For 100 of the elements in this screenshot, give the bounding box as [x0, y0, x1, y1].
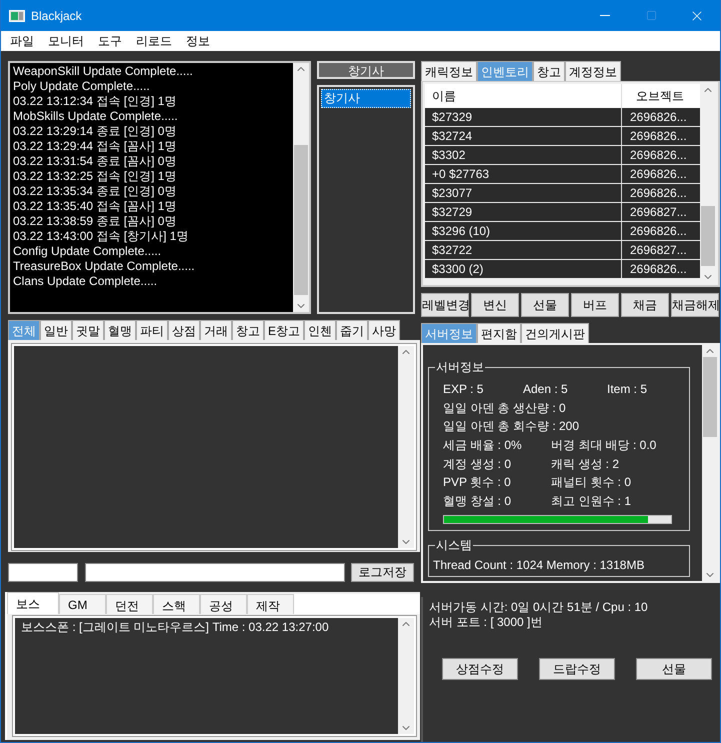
stat-text: PVP 횟수 : 0 [443, 474, 512, 492]
stat-text: 캐릭 생성 : 2 [551, 456, 620, 473]
action-button[interactable]: 선물 [521, 293, 569, 317]
stat-text: 세금 배율 : 0% [443, 436, 523, 454]
scrollbar-thumb[interactable] [294, 145, 308, 295]
stat-text: EXP : 5 [443, 382, 484, 396]
chat-tab[interactable]: 파티 [136, 320, 168, 340]
table-cell: $23077 [425, 184, 622, 202]
character-tab[interactable]: 캐릭정보 [421, 61, 477, 81]
scrollbar[interactable] [293, 63, 309, 312]
stat-text: Aden : 5 [523, 382, 569, 396]
scrollbar[interactable] [398, 346, 414, 548]
bottom-tab[interactable]: 던전 [106, 594, 153, 614]
tool-button[interactable]: 선물 [636, 658, 712, 680]
log-line: 03.22 13:29:44 접속 [꼼사] 1명 [13, 139, 178, 154]
table-cell-text: 2696826... [629, 148, 688, 162]
chat-tab[interactable]: 일반 [40, 320, 72, 340]
action-button[interactable]: 버프 [571, 293, 619, 317]
chat-tab[interactable]: 창고 [232, 320, 264, 340]
table-cell-text: 2696826... [629, 224, 688, 238]
window-title: Blackjack [31, 8, 83, 22]
log-line: 03.22 13:43:00 접속 [창기사] 1명 [13, 229, 190, 244]
chat-tab[interactable]: 인첸 [304, 320, 336, 340]
message-input-field[interactable] [85, 563, 345, 582]
log-line: 03.22 13:29:14 종료 [인경] 0명 [13, 124, 178, 139]
status-text: 서버 포트 : [ 3000 ]번 [429, 615, 544, 630]
status-text: 서버가동 시간: 0일 0시간 51분 / Cpu : 10 [429, 600, 649, 615]
table-cell-text: 2696827... [629, 243, 688, 257]
table-cell: $32722 [425, 241, 622, 259]
action-button[interactable]: 채금해제 [671, 293, 719, 317]
table-cell: $3300 (2) [425, 260, 622, 278]
log-line: TreasureBox Update Complete..... [13, 259, 196, 274]
stat-text: 일일 아덴 총 회수량 : 200 [443, 418, 580, 436]
bottom-tab[interactable]: GM [59, 594, 106, 614]
log-line: 03.22 13:35:34 종료 [인경] 0명 [13, 184, 178, 199]
bottom-tab[interactable]: 공성 [200, 594, 247, 614]
name-input-field[interactable] [8, 563, 78, 582]
log-line: Poly Update Complete..... [13, 79, 151, 94]
table-cell-text: 2696826... [629, 186, 688, 200]
scrollbar-thumb[interactable] [701, 206, 715, 266]
log-line: MobSkills Update Complete..... [13, 109, 179, 124]
log-line: Clans Update Complete..... [13, 274, 158, 289]
table-cell: $32729 [425, 203, 622, 221]
table-cell: +0 $27763 [425, 165, 622, 183]
action-button[interactable]: 변신 [471, 293, 519, 317]
server-tab[interactable]: 건의게시판 [521, 323, 589, 343]
log-line: 03.22 13:31:54 종료 [꼼사] 0명 [13, 154, 178, 169]
chat-tab[interactable]: 귓말 [72, 320, 104, 340]
app-icon [9, 10, 25, 22]
table-cell-text: 2696826... [629, 167, 688, 181]
stat-text: 버경 최대 배당 : 0.0 [551, 436, 658, 454]
menu-item[interactable]: 리로드 [129, 32, 179, 50]
maximize-icon [646, 10, 656, 21]
scrollbar-thumb[interactable] [703, 357, 717, 437]
chat-tab[interactable]: 혈맹 [104, 320, 136, 340]
minimize-icon [600, 15, 610, 16]
log-line: Config Update Complete..... [13, 244, 162, 259]
log-line: 03.22 13:32:25 접속 [인경] 1명 [13, 169, 178, 184]
scrollbar[interactable] [398, 618, 414, 734]
menu-item[interactable]: 정보 [179, 32, 217, 50]
menu-item[interactable]: 파일 [3, 32, 41, 50]
character-tab[interactable]: 계정정보 [565, 61, 621, 81]
table-cell: $32724 [425, 127, 622, 145]
stat-text: 최고 인원수 : 1 [551, 492, 632, 510]
table-cell: $3296 (10) [425, 222, 622, 240]
chat-tab[interactable]: 사망 [368, 320, 400, 340]
chat-tab[interactable]: E창고 [264, 320, 304, 340]
table-cell: $3302 [425, 146, 622, 164]
class-button[interactable]: 창기사 [317, 61, 415, 79]
bottom-tab[interactable]: 스핵 [153, 594, 200, 614]
boss-log-line: 보스스폰 : [그레이트 미노타우르스] Time : 03.22 13:27:00 [21, 619, 330, 636]
stat-text: 계정 생성 : 0 [443, 456, 512, 473]
stat-text: Item : 5 [607, 382, 648, 396]
log-line: WeaponSkill Update Complete..... [13, 64, 194, 79]
system-text: Thread Count : 1024 Memory : 1318MB [433, 558, 644, 572]
table-cell-text: 2696826... [629, 129, 688, 143]
stat-text: 혈맹 창설 : 0 [443, 492, 512, 510]
bottom-tab[interactable]: 보스 [7, 592, 59, 614]
chat-tab[interactable]: 거래 [200, 320, 232, 340]
group-title: 시스템 [435, 536, 473, 554]
action-button[interactable]: 레벨변경 [421, 293, 469, 317]
stat-text: 일일 아덴 총 생산량 : 0 [443, 400, 567, 417]
chat-tab[interactable]: 상점 [168, 320, 200, 340]
column-header[interactable]: 오브젝트 [622, 88, 699, 104]
table-cell-text: 2696826... [629, 110, 688, 124]
tool-button[interactable]: 상점수정 [442, 658, 518, 680]
class-list-item[interactable]: 창기사 [321, 89, 411, 108]
table-cell-text: 2696827... [629, 205, 688, 219]
chat-tab[interactable]: 줍기 [336, 320, 368, 340]
menu-item[interactable]: 도구 [91, 32, 129, 50]
log-save-button[interactable]: 로그저장 [351, 563, 414, 582]
log-line: 03.22 13:35:40 접속 [꼼사] 1명 [13, 199, 178, 214]
log-line: 03.22 13:12:34 접속 [인경] 1명 [13, 94, 178, 109]
log-line: 03.22 13:38:59 종료 [꼼사] 0명 [13, 214, 178, 229]
server-tab[interactable]: 편지함 [477, 323, 521, 343]
action-button[interactable]: 채금 [621, 293, 669, 317]
tool-button[interactable]: 드랍수정 [539, 658, 615, 680]
bottom-tab[interactable]: 제작 [247, 594, 294, 614]
menu-item[interactable]: 모니터 [41, 32, 91, 50]
character-tab[interactable]: 창고 [533, 61, 565, 81]
